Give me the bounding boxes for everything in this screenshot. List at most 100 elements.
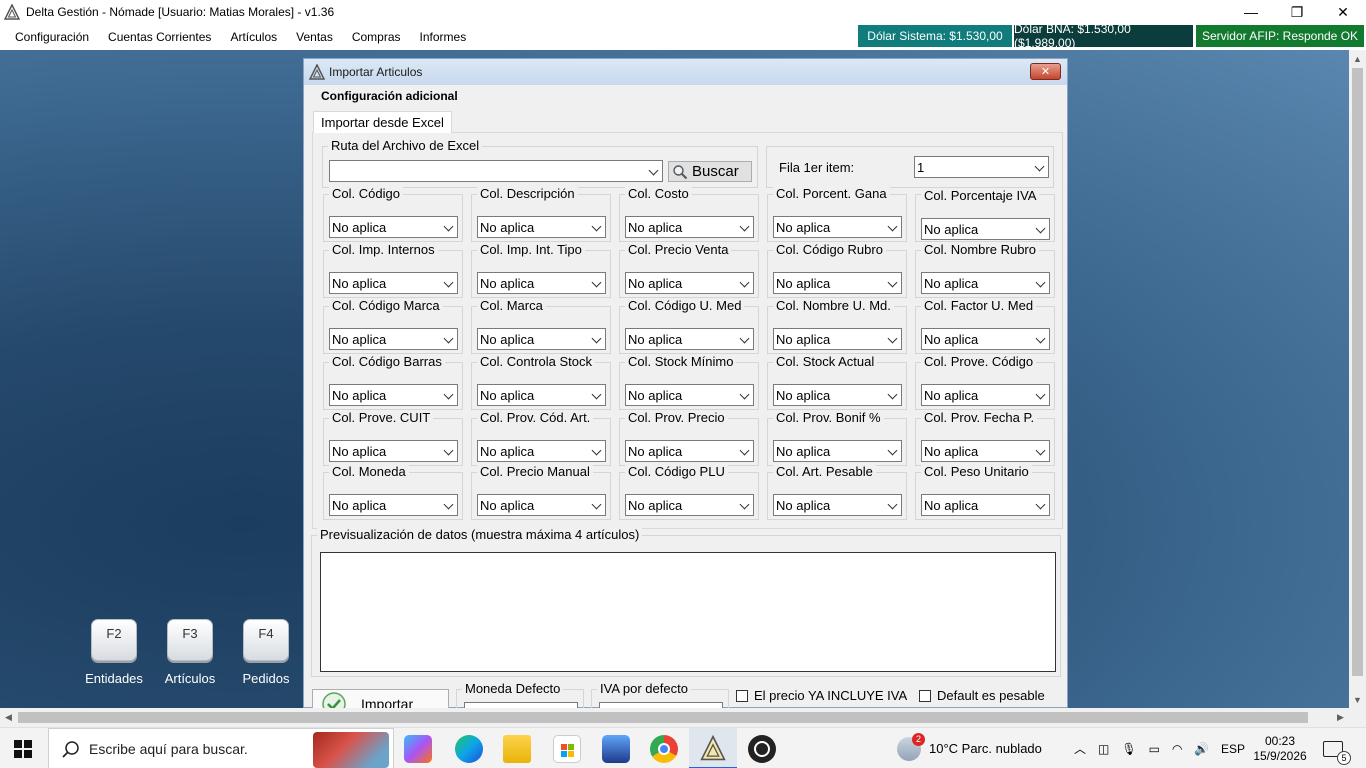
column-select[interactable]: No aplica bbox=[625, 328, 754, 350]
scroll-up-icon[interactable]: ▲ bbox=[1349, 50, 1366, 67]
battery-icon[interactable]: ▭ bbox=[1149, 742, 1160, 756]
horizontal-scrollbar[interactable]: ◀ ▶ bbox=[0, 708, 1349, 727]
windows-start-icon[interactable] bbox=[14, 740, 32, 758]
obs-icon[interactable] bbox=[748, 735, 776, 763]
column-select[interactable]: No aplica bbox=[477, 384, 606, 406]
vertical-scrollbar[interactable]: ▲ ▼ bbox=[1349, 50, 1366, 708]
chk-default-pesable[interactable]: Default es pesable bbox=[919, 688, 1045, 703]
column-select[interactable]: No aplica bbox=[773, 328, 902, 350]
column-select[interactable]: No aplica bbox=[773, 272, 902, 294]
tab-importar-excel[interactable]: Importar desde Excel bbox=[313, 111, 452, 133]
column-select[interactable]: No aplica bbox=[329, 272, 458, 294]
scroll-thumb[interactable] bbox=[18, 712, 1308, 723]
dialog-close-button[interactable]: ✕ bbox=[1030, 63, 1061, 80]
fkey-articulos[interactable]: F3 Artículos bbox=[155, 619, 225, 686]
column-select[interactable]: No aplica bbox=[921, 328, 1050, 350]
scroll-thumb[interactable] bbox=[1352, 68, 1363, 676]
chevron-down-icon bbox=[591, 333, 602, 344]
column-label: Col. Código bbox=[329, 186, 403, 201]
column-select[interactable]: No aplica bbox=[477, 328, 606, 350]
chk-precio-incluye-iva[interactable]: El precio YA INCLUYE IVA bbox=[736, 688, 907, 703]
fkey-pedidos[interactable]: F4 Pedidos bbox=[231, 619, 301, 686]
column-group: Col. Prov. Cód. Art. No aplica bbox=[471, 410, 611, 466]
column-select[interactable]: No aplica bbox=[773, 494, 902, 516]
column-group: Col. Nombre Rubro No aplica bbox=[915, 242, 1055, 298]
webcam-icon[interactable]: ◫ bbox=[1098, 742, 1109, 756]
column-select[interactable]: No aplica bbox=[477, 216, 606, 238]
copilot-icon[interactable] bbox=[404, 735, 432, 763]
column-select[interactable]: No aplica bbox=[625, 272, 754, 294]
chevron-up-icon[interactable]: ︿ bbox=[1074, 740, 1086, 757]
chevron-down-icon bbox=[591, 389, 602, 400]
volume-icon[interactable]: 🔊 bbox=[1194, 742, 1209, 756]
column-label: Col. Marca bbox=[477, 298, 546, 313]
remote-desktop-icon[interactable] bbox=[602, 735, 630, 763]
menu-compras[interactable]: Compras bbox=[342, 24, 410, 50]
dolar-sistema-badge[interactable]: Dólar Sistema: $1.530,00 bbox=[858, 25, 1012, 47]
preview-table[interactable] bbox=[320, 552, 1056, 672]
chrome-icon[interactable] bbox=[650, 735, 678, 763]
edge-icon[interactable] bbox=[455, 735, 483, 763]
column-select[interactable]: No aplica bbox=[329, 328, 458, 350]
menu-cuentas-corrientes[interactable]: Cuentas Corrientes bbox=[98, 24, 220, 50]
taskbar-search[interactable]: Escribe aquí para buscar. bbox=[48, 728, 394, 768]
column-select[interactable]: No aplica bbox=[329, 494, 458, 516]
close-button[interactable]: ✕ bbox=[1320, 0, 1366, 24]
column-select[interactable]: No aplica bbox=[921, 272, 1050, 294]
column-label: Col. Moneda bbox=[329, 464, 409, 479]
column-select[interactable]: No aplica bbox=[773, 384, 902, 406]
column-select-value: No aplica bbox=[480, 497, 535, 513]
column-select[interactable]: No aplica bbox=[773, 216, 902, 238]
column-select[interactable]: No aplica bbox=[921, 440, 1050, 462]
column-select[interactable]: No aplica bbox=[625, 384, 754, 406]
clock[interactable]: 00:23 15/9/2026 bbox=[1253, 728, 1307, 768]
fila-select[interactable]: 1 bbox=[914, 156, 1049, 178]
column-select-value: No aplica bbox=[776, 387, 831, 403]
column-select[interactable]: No aplica bbox=[625, 494, 754, 516]
column-select[interactable]: No aplica bbox=[329, 216, 458, 238]
column-select-value: No aplica bbox=[480, 331, 535, 347]
column-select[interactable]: No aplica bbox=[921, 384, 1050, 406]
menu-articulos[interactable]: Artículos bbox=[220, 24, 286, 50]
column-select[interactable]: No aplica bbox=[477, 494, 606, 516]
microphone-icon[interactable]: 🎙 bbox=[1121, 742, 1136, 756]
clock-date: 15/9/2026 bbox=[1253, 748, 1307, 763]
wifi-icon[interactable]: ◠ bbox=[1172, 742, 1182, 756]
language-indicator[interactable]: ESP bbox=[1221, 728, 1245, 768]
column-select-value: No aplica bbox=[628, 219, 683, 235]
column-select[interactable]: No aplica bbox=[625, 216, 754, 238]
column-select[interactable]: No aplica bbox=[921, 218, 1050, 240]
column-select[interactable]: No aplica bbox=[773, 440, 902, 462]
chevron-down-icon bbox=[1035, 277, 1046, 288]
buscar-button[interactable]: Buscar bbox=[668, 161, 752, 182]
file-explorer-icon[interactable] bbox=[503, 735, 531, 763]
delta-gestion-taskbar-button[interactable] bbox=[689, 728, 737, 768]
column-select[interactable]: No aplica bbox=[477, 440, 606, 462]
scroll-right-icon[interactable]: ▶ bbox=[1332, 708, 1349, 727]
column-label: Col. Código Marca bbox=[329, 298, 443, 313]
menu-configuracion[interactable]: Configuración bbox=[0, 24, 98, 50]
column-label: Col. Prove. Código bbox=[921, 354, 1037, 369]
menu-informes[interactable]: Informes bbox=[410, 24, 476, 50]
afip-status-badge[interactable]: Servidor AFIP: Responde OK bbox=[1196, 25, 1364, 47]
magnifier-icon bbox=[673, 164, 688, 179]
column-select[interactable]: No aplica bbox=[625, 440, 754, 462]
dolar-bna-badge[interactable]: Dólar BNA: $1.530,00 ($1.989,00) bbox=[1014, 22, 1193, 50]
column-select[interactable]: No aplica bbox=[329, 440, 458, 462]
column-select[interactable]: No aplica bbox=[329, 384, 458, 406]
minimize-button[interactable]: — bbox=[1228, 0, 1274, 24]
store-icon[interactable] bbox=[553, 735, 581, 763]
notifications-button[interactable]: 5 bbox=[1323, 728, 1351, 768]
column-select[interactable]: No aplica bbox=[477, 272, 606, 294]
restore-button[interactable]: ❐ bbox=[1274, 0, 1320, 24]
search-highlight-icon bbox=[313, 732, 389, 768]
column-group: Col. Prov. Precio No aplica bbox=[619, 410, 759, 466]
ruta-input[interactable] bbox=[329, 160, 663, 182]
weather-widget[interactable]: 2 10°C Parc. nublado bbox=[897, 728, 1042, 768]
preview-group: Previsualización de datos (muestra máxim… bbox=[311, 527, 1061, 677]
menu-ventas[interactable]: Ventas bbox=[286, 24, 342, 50]
column-select[interactable]: No aplica bbox=[921, 494, 1050, 516]
scroll-down-icon[interactable]: ▼ bbox=[1349, 691, 1366, 708]
scroll-left-icon[interactable]: ◀ bbox=[0, 708, 17, 727]
fkey-entidades[interactable]: F2 Entidades bbox=[79, 619, 149, 686]
